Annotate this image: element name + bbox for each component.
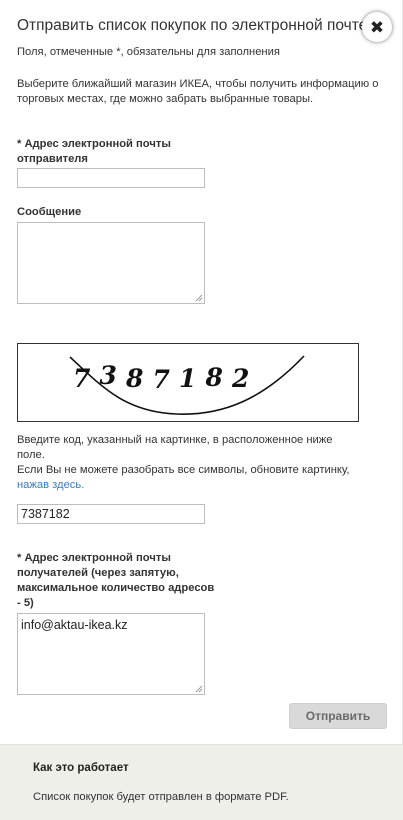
- how-it-works-text: Список покупок будет отправлен в формате…: [33, 791, 289, 803]
- dialog-title: Отправить список покупок по электронной …: [17, 17, 367, 34]
- close-button[interactable]: ✖: [362, 12, 392, 42]
- sender-email-label: * Адрес электронной почты отправителя: [17, 138, 171, 165]
- captcha-instructions: Введите код, указанный на картинке, в ра…: [17, 433, 357, 493]
- captcha-digit: 8: [205, 363, 223, 392]
- captcha-image: 7387182: [17, 343, 359, 422]
- submit-button[interactable]: Отправить: [289, 703, 387, 729]
- recipients-textarea[interactable]: info@aktau-ikea.kz: [17, 613, 205, 695]
- resize-grip-icon[interactable]: [195, 685, 203, 693]
- captcha-digit: 7: [73, 364, 91, 393]
- store-intro-text: Выберите ближайший магазин ИКЕА, чтобы п…: [17, 78, 379, 105]
- captcha-drawing: 7387182: [69, 355, 305, 415]
- close-icon: ✖: [369, 17, 385, 37]
- recipients-text: info@aktau-ikea.kz: [21, 618, 128, 632]
- message-textarea[interactable]: [17, 222, 205, 304]
- message-label: Сообщение: [17, 206, 82, 218]
- captcha-code-input[interactable]: [17, 504, 205, 524]
- email-shopping-list-dialog: Отправить список покупок по электронной …: [0, 0, 403, 820]
- how-it-works-panel: Как это работает Список покупок будет от…: [0, 744, 403, 820]
- captcha-digit: 8: [125, 364, 143, 393]
- how-it-works-title: Как это работает: [33, 762, 129, 774]
- captcha-refresh-link[interactable]: нажав здесь.: [17, 479, 84, 491]
- captcha-help-text: Если Вы не можете разобрать все символы,…: [17, 464, 350, 476]
- required-fields-note: Поля, отмеченные *, обязательны для запо…: [17, 46, 280, 58]
- captcha-digit: 1: [179, 364, 196, 393]
- sender-email-input[interactable]: [17, 168, 205, 188]
- captcha-help-line-2: Если Вы не можете разобрать все символы,…: [17, 463, 357, 493]
- recipients-email-label: * Адрес электронной почты получателей (ч…: [17, 552, 215, 609]
- resize-grip-icon[interactable]: [195, 294, 203, 302]
- captcha-digit: 2: [231, 364, 249, 393]
- captcha-digit: 7: [153, 365, 171, 394]
- captcha-help-line-1: Введите код, указанный на картинке, в ра…: [17, 434, 333, 461]
- captcha-digit: 3: [100, 361, 117, 390]
